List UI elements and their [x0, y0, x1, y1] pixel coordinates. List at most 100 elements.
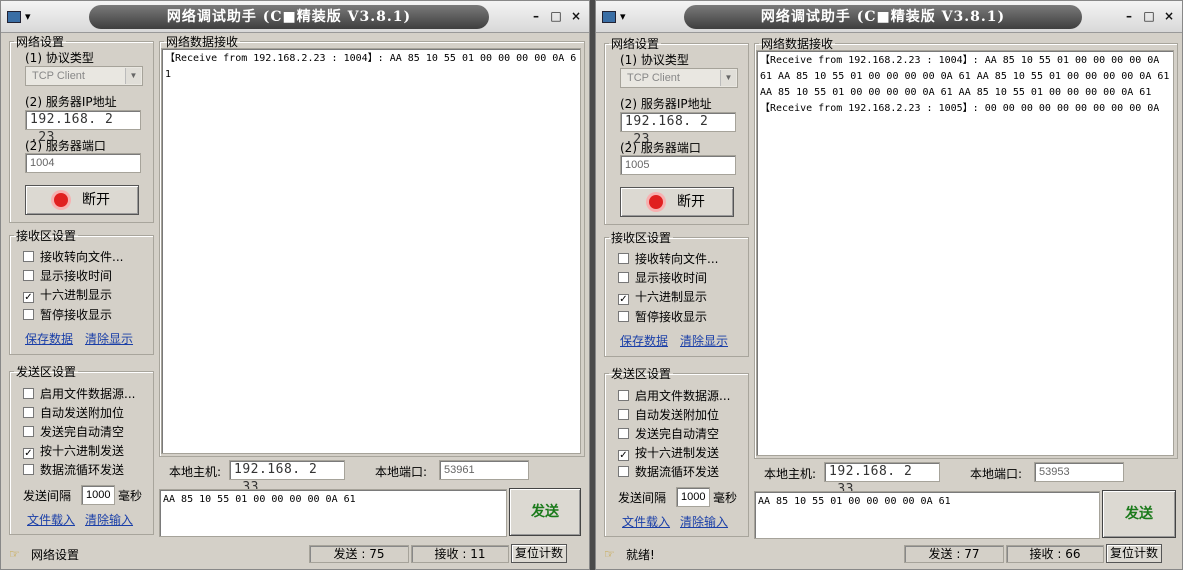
interval-unit: 毫秒	[713, 491, 738, 505]
maximize-icon[interactable]: □	[549, 9, 563, 23]
disconnect-button[interactable]: 断开	[620, 187, 734, 217]
receive-textarea[interactable]: 【Receive from 192.168.2.23 : 1004】: AA 8…	[161, 48, 581, 454]
dropdown-arrow-icon: ▾	[25, 10, 31, 23]
auto-clear-checkbox[interactable]: 发送完自动清空	[618, 425, 719, 442]
recv-count: 接收 : 66	[1006, 545, 1104, 563]
show-recv-time-checkbox[interactable]: 显示接收时间	[23, 267, 112, 284]
clear-input-link[interactable]: 清除输入	[85, 511, 133, 528]
send-button[interactable]: 发送	[509, 488, 581, 536]
interval-input[interactable]: 1000	[676, 487, 710, 507]
protocol-select[interactable]: TCP Client ▼	[620, 68, 738, 88]
server-port-input[interactable]: 1004	[25, 153, 141, 173]
server-port-label: (2) 服务器端口	[25, 139, 106, 153]
hex-send-checkbox[interactable]: ✓ 按十六进制发送	[618, 444, 719, 461]
file-load-link[interactable]: 文件载入	[27, 511, 75, 528]
group-title: 接收区设置	[16, 229, 77, 243]
auto-append-checkbox[interactable]: 自动发送附加位	[618, 406, 719, 423]
server-port-label: (2) 服务器端口	[620, 141, 701, 155]
loop-send-checkbox[interactable]: 数据流循环发送	[23, 461, 124, 478]
pause-recv-checkbox[interactable]: 暂停接收显示	[618, 308, 707, 325]
disconnect-button[interactable]: 断开	[25, 185, 139, 215]
window-title: 网络调试助手 (C■精装版 V3.8.1)	[684, 5, 1082, 29]
hex-display-checkbox[interactable]: ✓ 十六进制显示	[23, 286, 112, 303]
status-light-icon	[649, 195, 663, 209]
pointing-hand-icon: ☞	[604, 547, 615, 561]
loop-send-checkbox[interactable]: 数据流循环发送	[618, 463, 719, 480]
system-menu[interactable]: ▾	[602, 8, 642, 26]
local-host-input[interactable]: 192.168. 2 .33	[229, 460, 345, 495]
group-title: 接收区设置	[611, 231, 672, 245]
interval-label: 发送间隔	[618, 491, 667, 505]
protocol-select[interactable]: TCP Client ▼	[25, 66, 143, 86]
local-port-label: 本地端口:	[375, 465, 428, 479]
save-data-link[interactable]: 保存数据	[25, 330, 73, 347]
reset-count-button[interactable]: 复位计数	[1106, 544, 1162, 563]
recv-to-file-checkbox[interactable]: 接收转向文件...	[618, 250, 718, 267]
show-recv-time-checkbox[interactable]: 显示接收时间	[618, 269, 707, 286]
file-source-checkbox[interactable]: 启用文件数据源...	[618, 387, 730, 404]
status-message: 就绪!	[626, 548, 655, 562]
recv-to-file-checkbox[interactable]: 接收转向文件...	[23, 248, 123, 265]
send-textarea[interactable]: AA 85 10 55 01 00 00 00 00 0A 61	[159, 489, 507, 537]
file-load-link[interactable]: 文件载入	[622, 513, 670, 530]
interval-unit: 毫秒	[118, 489, 143, 503]
pause-recv-checkbox[interactable]: 暂停接收显示	[23, 306, 112, 323]
app-icon	[602, 11, 616, 23]
local-host-input[interactable]: 192.168. 2 .33	[824, 462, 940, 497]
status-light-icon	[54, 193, 68, 207]
server-ip-label: (2) 服务器IP地址	[25, 95, 117, 109]
send-button[interactable]: 发送	[1102, 490, 1176, 538]
group-title: 网络设置	[16, 35, 65, 49]
maximize-icon[interactable]: □	[1142, 9, 1156, 23]
minimize-icon[interactable]: –	[529, 9, 543, 23]
sent-count: 发送 : 75	[309, 545, 409, 563]
title-bar[interactable]: ▾ 网络调试助手 (C■精装版 V3.8.1) – □ ×	[596, 1, 1182, 33]
protocol-label: (1) 协议类型	[620, 53, 689, 67]
app-icon	[7, 11, 21, 23]
server-port-input[interactable]: 1005	[620, 155, 736, 175]
close-icon[interactable]: ×	[569, 9, 583, 23]
local-host-label: 本地主机:	[764, 467, 817, 481]
save-data-link[interactable]: 保存数据	[620, 332, 668, 349]
local-host-label: 本地主机:	[169, 465, 222, 479]
status-bar: ☞ 就绪! 发送 : 77 接收 : 66 复位计数	[600, 544, 1178, 563]
file-source-checkbox[interactable]: 启用文件数据源...	[23, 385, 135, 402]
app-window-right: ▾ 网络调试助手 (C■精装版 V3.8.1) – □ × 网络设置 (1) 协…	[595, 0, 1183, 570]
dropdown-arrow-icon: ▾	[620, 10, 626, 23]
hex-display-checkbox[interactable]: ✓ 十六进制显示	[618, 288, 707, 305]
chevron-down-icon: ▼	[125, 68, 141, 84]
system-menu[interactable]: ▾	[7, 8, 47, 26]
minimize-icon[interactable]: –	[1122, 9, 1136, 23]
server-ip-label: (2) 服务器IP地址	[620, 97, 712, 111]
hex-send-checkbox[interactable]: ✓ 按十六进制发送	[23, 442, 124, 459]
status-bar: ☞ 网络设置 发送 : 75 接收 : 11 复位计数	[5, 544, 585, 563]
server-ip-input[interactable]: 192.168. 2 .23	[25, 110, 141, 145]
group-title: 发送区设置	[611, 367, 672, 381]
local-port-input[interactable]: 53961	[439, 460, 529, 480]
group-title: 发送区设置	[16, 365, 77, 379]
send-textarea[interactable]: AA 85 10 55 01 00 00 00 00 0A 61	[754, 491, 1100, 539]
protocol-label: (1) 协议类型	[25, 51, 94, 65]
chevron-down-icon: ▼	[720, 70, 736, 86]
close-icon[interactable]: ×	[1162, 9, 1176, 23]
reset-count-button[interactable]: 复位计数	[511, 544, 567, 563]
local-port-label: 本地端口:	[970, 467, 1023, 481]
interval-input[interactable]: 1000	[81, 485, 115, 505]
auto-append-checkbox[interactable]: 自动发送附加位	[23, 404, 124, 421]
group-title: 网络设置	[611, 37, 660, 51]
pointing-hand-icon: ☞	[9, 547, 20, 561]
local-port-input[interactable]: 53953	[1034, 462, 1124, 482]
sent-count: 发送 : 77	[904, 545, 1004, 563]
interval-label: 发送间隔	[23, 489, 72, 503]
receive-textarea[interactable]: 【Receive from 192.168.2.23 : 1004】: AA 8…	[756, 50, 1174, 456]
status-message: 网络设置	[31, 548, 80, 562]
clear-display-link[interactable]: 清除显示	[85, 330, 133, 347]
app-window-left: ▾ 网络调试助手 (C■精装版 V3.8.1) – □ × 网络设置 (1) 协…	[0, 0, 590, 570]
clear-input-link[interactable]: 清除输入	[680, 513, 728, 530]
clear-display-link[interactable]: 清除显示	[680, 332, 728, 349]
window-title: 网络调试助手 (C■精装版 V3.8.1)	[89, 5, 489, 29]
recv-count: 接收 : 11	[411, 545, 509, 563]
server-ip-input[interactable]: 192.168. 2 .23	[620, 112, 736, 147]
title-bar[interactable]: ▾ 网络调试助手 (C■精装版 V3.8.1) – □ ×	[1, 1, 589, 33]
auto-clear-checkbox[interactable]: 发送完自动清空	[23, 423, 124, 440]
